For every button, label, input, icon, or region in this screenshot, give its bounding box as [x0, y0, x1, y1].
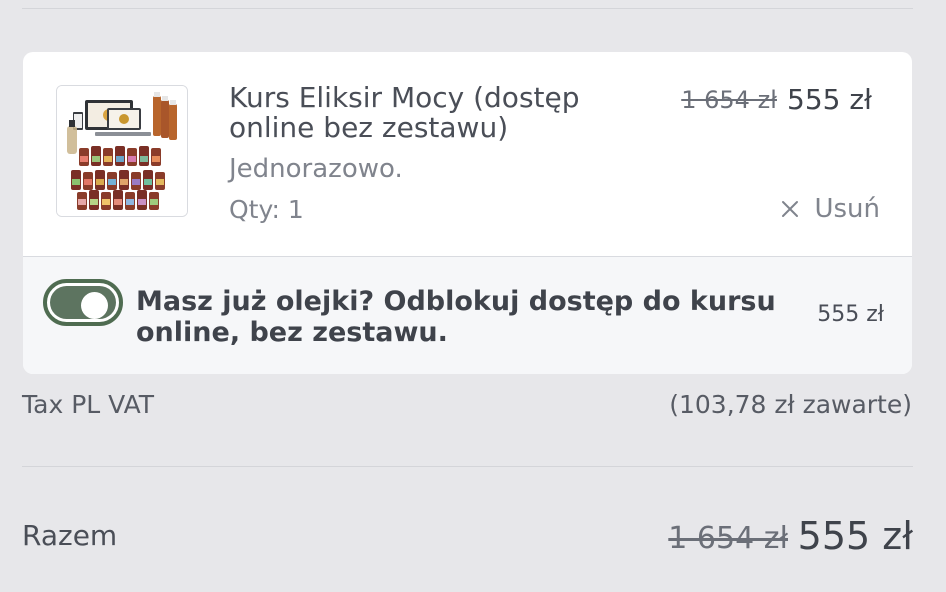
- tax-label: Tax PL VAT: [22, 390, 155, 419]
- toggle-track: [50, 286, 116, 319]
- cart-item: Kurs Eliksir Mocy (dostęp online bez zes…: [23, 52, 912, 256]
- upsell-text: Masz już olejki? Odblokuj dostęp do kurs…: [136, 286, 776, 348]
- total-original-price: 1 654 zł: [668, 521, 788, 556]
- product-title[interactable]: Kurs Eliksir Mocy (dostęp online bez zes…: [229, 83, 629, 143]
- current-price: 555 zł: [787, 83, 872, 116]
- summary-divider: [22, 466, 913, 467]
- upsell-toggle[interactable]: [43, 279, 123, 326]
- cart-item-card: Kurs Eliksir Mocy (dostęp online bez zes…: [23, 52, 912, 374]
- close-icon: [780, 199, 800, 219]
- top-divider: [22, 8, 913, 9]
- upsell-price: 555 zł: [817, 302, 884, 327]
- remove-label: Usuń: [814, 194, 880, 224]
- product-thumbnail: [56, 85, 188, 217]
- total-current-price: 555 zł: [797, 514, 913, 558]
- original-price: 1 654 zł: [681, 86, 777, 114]
- upsell-row: Masz już olejki? Odblokuj dostęp do kurs…: [23, 257, 912, 374]
- product-image: [57, 86, 187, 216]
- remove-button[interactable]: Usuń: [780, 194, 880, 224]
- quantity-label: Qty: 1: [229, 195, 304, 224]
- total-label: Razem: [22, 519, 118, 552]
- purchase-frequency: Jednorazowo.: [229, 154, 403, 184]
- tax-value: (103,78 zł zawarte): [669, 390, 912, 419]
- toggle-knob: [81, 292, 108, 319]
